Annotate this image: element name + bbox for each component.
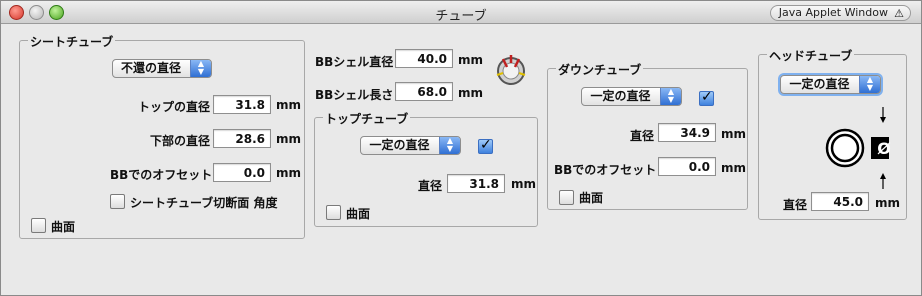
seat-tube-bottom-diameter-input[interactable]: 28.6: [213, 129, 271, 148]
down-tube-diameter-label: 直径: [630, 129, 655, 143]
top-tube-diameter-label: 直径: [418, 179, 443, 193]
select-arrows-icon: ▲ ▼: [660, 88, 681, 105]
down-tube-diameter-unit: mm: [721, 127, 747, 141]
tube-settings-window: チューブ Java Applet Window ⚠ シートチューブ 不還の直径 …: [0, 0, 922, 296]
bb-shell-diameter-label: BBシェル直径: [315, 55, 394, 69]
title-bar: チューブ Java Applet Window ⚠: [1, 1, 921, 24]
seat-tube-bb-offset-input[interactable]: 0.0: [213, 163, 271, 182]
bb-shell-length-input[interactable]: 68.0: [395, 82, 453, 101]
seat-tube-top-diameter-label: トップの直径: [138, 100, 211, 114]
seat-tube-bb-offset-unit: mm: [276, 166, 302, 180]
java-applet-badge: Java Applet Window ⚠: [769, 5, 911, 21]
down-tube-type-value: 一定の直径: [590, 89, 651, 103]
head-tube-diameter-input[interactable]: 45.0: [811, 192, 869, 211]
head-tube-diameter-unit: mm: [875, 196, 901, 210]
bb-shell-diameter-input[interactable]: 40.0: [395, 49, 453, 68]
seat-tube-curved-checkbox[interactable]: [31, 218, 46, 233]
seat-tube-curved-label: 曲面: [51, 220, 76, 234]
top-tube-title: トップチューブ: [323, 110, 411, 127]
down-tube-bb-offset-input[interactable]: 0.0: [658, 157, 716, 176]
down-tube-curved-label: 曲面: [579, 191, 604, 205]
seat-tube-cut-angle-label: シートチューブ切断面 角度: [130, 196, 278, 210]
bb-shell-length-label: BBシェル長さ: [315, 88, 394, 102]
top-tube-diameter-input[interactable]: 31.8: [447, 174, 505, 193]
diameter-symbol-icon: Ø: [877, 139, 891, 158]
bb-shell-diameter-unit: mm: [458, 53, 484, 67]
seat-tube-type-value: 不還の直径: [120, 61, 181, 75]
top-tube-curved-checkbox[interactable]: [326, 205, 341, 220]
down-tube-type-select[interactable]: 一定の直径 ▲ ▼: [581, 87, 682, 106]
seat-tube-type-select[interactable]: 不還の直径 ▲ ▼: [112, 59, 212, 78]
down-tube-diameter-input[interactable]: 34.9: [658, 123, 716, 142]
seat-tube-cut-angle-checkbox[interactable]: [110, 194, 125, 209]
select-arrows-icon: ▲ ▼: [859, 76, 880, 93]
select-arrows-icon: ▲ ▼: [190, 60, 211, 77]
top-tube-curved-label: 曲面: [346, 207, 371, 221]
seat-tube-bb-offset-label: BBでのオフセット: [110, 168, 213, 182]
top-tube-type-value: 一定の直径: [369, 138, 430, 152]
head-tube-diameter-label: 直径: [783, 198, 808, 212]
head-tube-group: ヘッドチューブ 一定の直径 ▲ ▼ Ø 直径 45.0 mm: [758, 47, 907, 220]
down-tube-enable-checkbox[interactable]: [699, 89, 714, 106]
top-tube-type-select[interactable]: 一定の直径 ▲ ▼: [360, 136, 461, 155]
bb-shell-icon: [496, 55, 526, 85]
seat-tube-top-diameter-input[interactable]: 31.8: [213, 95, 271, 114]
bb-shell-length-unit: mm: [458, 86, 484, 100]
down-tube-bb-offset-label: BBでのオフセット: [554, 163, 657, 177]
applet-badge-label: Java Applet Window: [778, 6, 888, 19]
seat-tube-title: シートチューブ: [28, 33, 116, 50]
head-tube-type-select[interactable]: 一定の直径 ▲ ▼: [780, 75, 881, 94]
seat-tube-bottom-diameter-label: 下部の直径: [150, 134, 211, 148]
head-tube-title: ヘッドチューブ: [767, 47, 855, 64]
head-tube-type-value: 一定の直径: [789, 77, 850, 91]
down-tube-group: ダウンチューブ 一定の直径 ▲▼ 直径 34.9 mm BBでのオフセット 0.…: [547, 61, 748, 210]
seat-tube-group: シートチューブ 不還の直径 ▲ ▼ トップの直径 31.8 mm 下部の直径 28…: [19, 33, 305, 239]
top-tube-group: トップチューブ 一定の直径 ▲▼ 直径 31.8 mm 曲面: [314, 110, 538, 227]
down-tube-curved-checkbox[interactable]: [559, 190, 574, 205]
seat-tube-top-diameter-unit: mm: [276, 98, 302, 112]
top-tube-diameter-unit: mm: [511, 177, 537, 191]
warning-icon: ⚠: [894, 7, 904, 20]
down-tube-bb-offset-unit: mm: [721, 161, 747, 175]
down-tube-title: ダウンチューブ: [556, 61, 644, 78]
top-tube-enable-checkbox[interactable]: [478, 137, 493, 154]
select-arrows-icon: ▲ ▼: [439, 137, 460, 154]
seat-tube-bottom-diameter-unit: mm: [276, 132, 302, 146]
